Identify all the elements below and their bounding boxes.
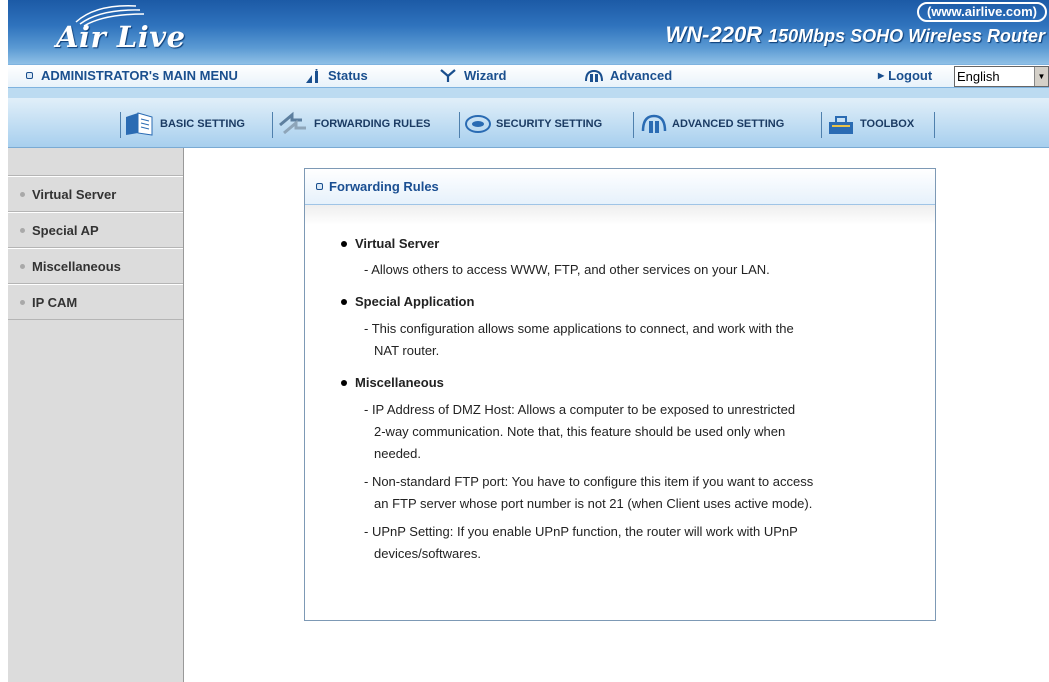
description-line: - Non-standard FTP port: You have to con… bbox=[364, 474, 814, 489]
page-title: Forwarding Rules bbox=[329, 179, 439, 194]
airlive-logo: Air Live bbox=[56, 2, 226, 60]
square-bullet-icon bbox=[316, 183, 323, 190]
logout-link[interactable]: ▶ Logout bbox=[878, 68, 932, 83]
tab-divider bbox=[821, 112, 822, 138]
wizard-icon bbox=[440, 68, 456, 82]
bullet-icon bbox=[341, 298, 347, 305]
wizard-menu-item[interactable]: Wizard bbox=[440, 68, 507, 83]
tab-forwarding-rules-label: FORWARDING RULES bbox=[314, 118, 431, 130]
site-url[interactable]: (www.airlive.com) bbox=[916, 2, 1047, 22]
description-line: - Allows others to access WWW, FTP, and … bbox=[364, 262, 770, 277]
gear-icon bbox=[641, 114, 667, 133]
tab-forwarding-rules[interactable]: FORWARDING RULES bbox=[278, 110, 431, 138]
section-description: - Allows others to access WWW, FTP, and … bbox=[364, 259, 924, 281]
tab-basic-setting-label: BASIC SETTING bbox=[160, 118, 245, 130]
tab-divider bbox=[459, 112, 460, 138]
tab-toolbox[interactable]: TOOLBOX bbox=[826, 110, 914, 138]
bullet-dot-icon bbox=[20, 227, 25, 233]
square-bullet-icon bbox=[26, 72, 33, 79]
bullet-dot-icon bbox=[20, 191, 25, 197]
header-banner: Air Live (www.airlive.com) WN-220R 150Mbp… bbox=[8, 0, 1049, 64]
tab-security-setting-label: SECURITY SETTING bbox=[496, 118, 603, 130]
sidebar-item-label: Special AP bbox=[32, 222, 99, 238]
sidebar-item-label: IP CAM bbox=[32, 294, 78, 310]
tab-toolbox-label: TOOLBOX bbox=[860, 118, 915, 130]
shield-icon bbox=[465, 115, 491, 133]
forward-arrows-icon bbox=[279, 111, 306, 135]
dropdown-arrow-icon[interactable]: ▼ bbox=[1034, 67, 1048, 86]
model-description: 150Mbps SOHO Wireless Router bbox=[768, 26, 1045, 46]
description-line: - UPnP Setting: If you enable UPnP funct… bbox=[364, 524, 798, 539]
tab-divider bbox=[120, 112, 121, 138]
section-special-application: Special Application bbox=[341, 294, 474, 309]
triangle-right-icon: ▶ bbox=[878, 71, 885, 80]
bullet-dot-icon bbox=[20, 299, 25, 305]
description-line: an FTP server whose port number is not 2… bbox=[374, 496, 813, 511]
section-virtual-server: Virtual Server bbox=[341, 236, 439, 251]
header-stripe bbox=[8, 88, 1049, 98]
bullet-icon bbox=[341, 379, 347, 386]
description-line: devices/softwares. bbox=[374, 546, 481, 561]
section-description: - This configuration allows some applica… bbox=[364, 318, 924, 362]
main-menu-bar: ADMINISTRATOR's MAIN MENU Status Wizard … bbox=[8, 64, 1049, 88]
admin-main-menu-label: ADMINISTRATOR's MAIN MENU bbox=[41, 68, 238, 83]
status-label: Status bbox=[328, 68, 368, 83]
tab-divider bbox=[934, 112, 935, 138]
sidebar-spacer bbox=[8, 148, 183, 176]
wizard-label: Wizard bbox=[464, 68, 507, 83]
model-title: WN-220R 150Mbps SOHO Wireless Router bbox=[666, 22, 1046, 48]
brand-name: Air Live bbox=[56, 20, 186, 54]
logout-label: Logout bbox=[888, 68, 933, 83]
section-title-text: Virtual Server bbox=[355, 236, 440, 251]
section-description: - IP Address of DMZ Host: Allows a compu… bbox=[364, 399, 924, 565]
description-line: - IP Address of DMZ Host: Allows a compu… bbox=[364, 402, 796, 417]
sidebar: Virtual Server Special AP Miscellaneous … bbox=[8, 148, 184, 682]
section-miscellaneous: Miscellaneous bbox=[341, 375, 444, 390]
bullet-dot-icon bbox=[20, 263, 25, 269]
content-header-shade bbox=[305, 205, 935, 225]
tab-advanced-setting[interactable]: ADVANCED SETTING bbox=[640, 110, 784, 138]
tab-basic-setting[interactable]: BASIC SETTING bbox=[124, 110, 245, 138]
sidebar-item-label: Miscellaneous bbox=[32, 258, 121, 274]
model-number: WN-220R bbox=[665, 22, 763, 47]
tab-divider bbox=[633, 112, 634, 138]
admin-main-menu[interactable]: ADMINISTRATOR's MAIN MENU bbox=[26, 68, 238, 83]
sidebar-item-miscellaneous[interactable]: Miscellaneous bbox=[8, 248, 183, 284]
status-menu-item[interactable]: Status bbox=[306, 68, 368, 83]
language-value: English bbox=[957, 69, 1000, 84]
language-select[interactable]: English ▼ bbox=[954, 66, 1049, 87]
description-line: NAT router. bbox=[374, 343, 440, 358]
book-icon bbox=[126, 112, 153, 136]
description-line: 2-way communication. Note that, this fea… bbox=[374, 424, 786, 439]
status-icon bbox=[306, 68, 318, 83]
content-panel: Forwarding Rules Virtual Server - Allows… bbox=[304, 168, 936, 621]
tab-divider bbox=[272, 112, 273, 138]
sidebar-item-label: Virtual Server bbox=[32, 186, 117, 202]
tab-security-setting[interactable]: SECURITY SETTING bbox=[464, 110, 602, 138]
toolbox-icon bbox=[829, 116, 853, 134]
sidebar-item-virtual-server[interactable]: Virtual Server bbox=[8, 176, 183, 212]
sidebar-item-ip-cam[interactable]: IP CAM bbox=[8, 284, 183, 320]
content-header: Forwarding Rules bbox=[305, 169, 935, 205]
section-title-text: Miscellaneous bbox=[355, 375, 444, 390]
description-line: - This configuration allows some applica… bbox=[364, 321, 794, 336]
section-title: Miscellaneous bbox=[341, 375, 444, 390]
tab-advanced-setting-label: ADVANCED SETTING bbox=[672, 118, 785, 130]
bullet-icon bbox=[341, 240, 347, 247]
advanced-menu-item[interactable]: Advanced bbox=[584, 68, 672, 83]
tab-bar: BASIC SETTING FORWARDING RULES SECURITY … bbox=[8, 98, 1049, 148]
section-title-text: Special Application bbox=[355, 294, 475, 309]
description-line: needed. bbox=[374, 446, 421, 461]
advanced-label: Advanced bbox=[610, 68, 673, 83]
section-title: Special Application bbox=[341, 294, 474, 309]
sidebar-item-special-ap[interactable]: Special AP bbox=[8, 212, 183, 248]
advanced-icon bbox=[585, 69, 603, 82]
section-title: Virtual Server bbox=[341, 236, 439, 251]
